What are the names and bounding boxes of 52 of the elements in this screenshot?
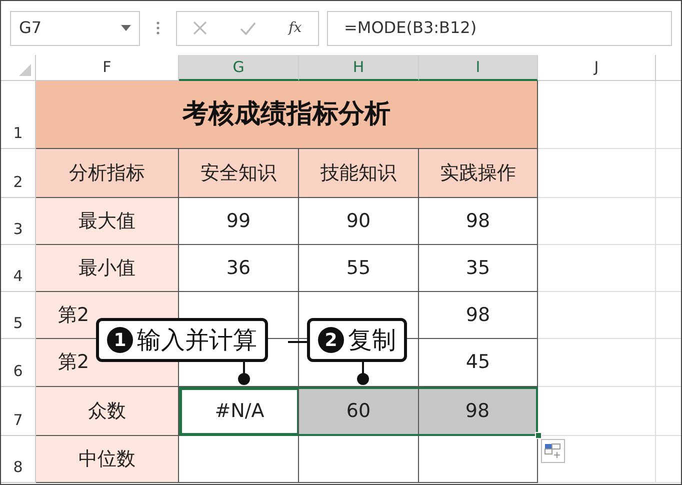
table-cell[interactable]: 众数 [36, 387, 179, 436]
table-cell[interactable] [299, 436, 419, 483]
table-cell[interactable]: 98 [419, 198, 538, 245]
table-cell[interactable]: 90 [299, 198, 419, 245]
row-header[interactable]: 5 [1, 292, 36, 339]
table-cell[interactable]: #N/A [179, 387, 299, 436]
row-header[interactable]: 2 [1, 149, 36, 198]
table-cell[interactable]: 99 [179, 198, 299, 245]
column-header[interactable]: J [538, 55, 656, 81]
table-cell[interactable]: 45 [419, 339, 538, 387]
triangle-icon [19, 64, 31, 76]
table-cell[interactable]: 55 [299, 245, 419, 292]
select-all-corner[interactable] [1, 55, 36, 81]
table-cell[interactable]: 技能知识 [299, 149, 419, 198]
table-cell[interactable]: 最小值 [36, 245, 179, 292]
table-cell[interactable]: 60 [299, 387, 419, 436]
row-header[interactable]: 6 [1, 339, 36, 387]
row-header[interactable]: 3 [1, 198, 36, 245]
row-header[interactable]: 4 [1, 245, 36, 292]
row-header[interactable]: 8 [1, 436, 36, 483]
row-header[interactable]: 1 [1, 81, 36, 149]
table-cell[interactable]: 35 [419, 245, 538, 292]
formula-field[interactable]: =MODE(B3:B12) [327, 10, 672, 46]
table-cell[interactable]: 分析指标 [36, 149, 179, 198]
dropdown-icon [121, 25, 131, 31]
table-title: 考核成绩指标分析 [36, 81, 538, 149]
check-icon[interactable] [240, 22, 256, 34]
step-number: 1 [107, 327, 133, 353]
table-cell[interactable]: 实践操作 [419, 149, 538, 198]
table-cell[interactable]: 98 [419, 292, 538, 339]
more-icon[interactable] [156, 21, 160, 35]
paste-options-button[interactable] [541, 439, 565, 463]
cancel-icon[interactable] [193, 21, 208, 35]
table-cell[interactable] [179, 436, 299, 483]
table-cell[interactable]: 最大值 [36, 198, 179, 245]
table-cell[interactable] [419, 436, 538, 483]
table-cell[interactable]: 98 [419, 387, 538, 436]
column-header[interactable]: G [179, 55, 299, 81]
table-cell[interactable]: 安全知识 [179, 149, 299, 198]
column-header[interactable]: F [36, 55, 179, 81]
column-header[interactable]: H [299, 55, 419, 81]
insert-function-button[interactable]: fx [288, 18, 302, 38]
step-number: 2 [318, 327, 344, 353]
cell-reference: G7 [19, 17, 42, 39]
name-box[interactable]: G7 [10, 10, 140, 46]
table-cell[interactable]: 36 [179, 245, 299, 292]
row-header[interactable]: 7 [1, 387, 36, 436]
callout-text: 复制 [348, 325, 396, 356]
table-cell[interactable]: 中位数 [36, 436, 179, 483]
column-header[interactable]: I [419, 55, 538, 81]
fill-handle[interactable] [535, 432, 542, 439]
paste-options-icon [544, 443, 562, 459]
